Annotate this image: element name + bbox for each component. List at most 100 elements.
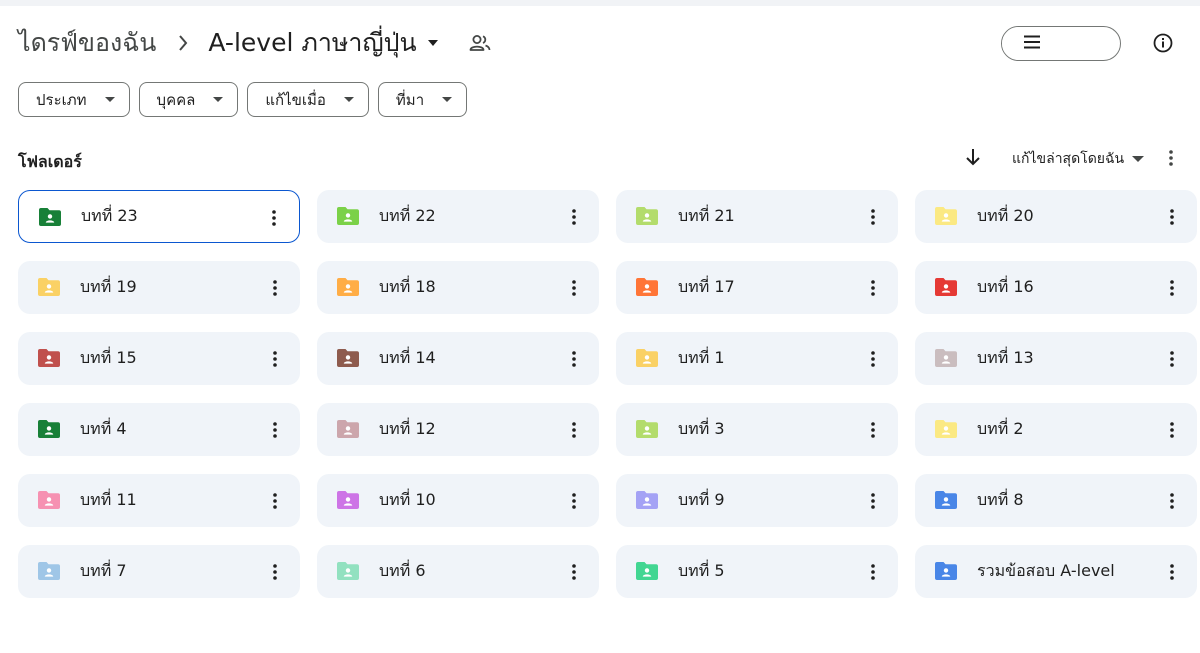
folder-card[interactable]: บทที่ 5 <box>616 545 898 598</box>
folder-card[interactable]: บทที่ 14 <box>317 332 599 385</box>
shared-folder-icon <box>935 278 957 296</box>
folder-card[interactable]: บทที่ 18 <box>317 261 599 314</box>
more-vert-icon[interactable] <box>263 206 285 230</box>
folder-name: บทที่ 12 <box>379 419 436 438</box>
shared-people-icon[interactable] <box>469 34 491 52</box>
more-vert-icon[interactable] <box>862 347 884 371</box>
shared-folder-icon <box>38 562 60 580</box>
caret-down-icon <box>1132 156 1145 162</box>
more-vert-icon[interactable] <box>563 489 585 513</box>
info-icon[interactable] <box>1150 30 1176 56</box>
folder-card[interactable]: บทที่ 12 <box>317 403 599 456</box>
caret-down-icon <box>104 97 115 102</box>
arrow-down-icon[interactable] <box>962 146 984 168</box>
folder-card[interactable]: บทที่ 23 <box>18 190 300 243</box>
more-vert-icon[interactable] <box>563 347 585 371</box>
folder-card[interactable]: บทที่ 13 <box>915 332 1197 385</box>
shared-folder-icon <box>38 491 60 509</box>
shared-folder-icon <box>337 420 359 438</box>
folder-name: บทที่ 22 <box>379 206 436 225</box>
folder-card[interactable]: บทที่ 1 <box>616 332 898 385</box>
shared-folder-icon <box>636 278 658 296</box>
list-view-button[interactable] <box>1002 27 1062 60</box>
filter-label: บุคคล <box>156 90 196 109</box>
more-vert-icon[interactable] <box>1161 489 1183 513</box>
breadcrumb-root[interactable]: ไดรฟ์ของฉัน <box>18 23 156 63</box>
folder-card[interactable]: บทที่ 21 <box>616 190 898 243</box>
shared-folder-icon <box>636 562 658 580</box>
caret-down-icon <box>213 97 224 102</box>
folder-name: บทที่ 7 <box>80 561 127 580</box>
list-view-icon <box>1024 34 1040 53</box>
more-vert-icon[interactable] <box>563 560 585 584</box>
folder-card[interactable]: บทที่ 3 <box>616 403 898 456</box>
filter-type-chip[interactable]: ประเภท <box>18 82 130 117</box>
more-vert-icon[interactable] <box>1160 146 1182 170</box>
folder-name: บทที่ 3 <box>678 419 725 438</box>
more-vert-icon[interactable] <box>1161 205 1183 229</box>
shared-folder-icon <box>337 349 359 367</box>
shared-folder-icon <box>337 562 359 580</box>
folder-card[interactable]: บทที่ 6 <box>317 545 599 598</box>
shared-folder-icon <box>935 207 957 225</box>
folder-card[interactable]: บทที่ 2 <box>915 403 1197 456</box>
shared-folder-icon <box>337 278 359 296</box>
shared-folder-icon <box>935 349 957 367</box>
folder-name: บทที่ 2 <box>977 419 1024 438</box>
folder-card[interactable]: รวมข้อสอบ A-level <box>915 545 1197 598</box>
more-vert-icon[interactable] <box>264 347 286 371</box>
folder-card[interactable]: บทที่ 4 <box>18 403 300 456</box>
header: ไดรฟ์ของฉัน A-level ภาษาญี่ปุ่น <box>18 23 1182 63</box>
folder-name: บทที่ 13 <box>977 348 1034 367</box>
folder-card[interactable]: บทที่ 19 <box>18 261 300 314</box>
filter-modified-chip[interactable]: แก้ไขเมื่อ <box>247 82 369 117</box>
shared-folder-icon <box>38 278 60 296</box>
filter-label: ประเภท <box>36 90 87 109</box>
folder-card[interactable]: บทที่ 9 <box>616 474 898 527</box>
more-vert-icon[interactable] <box>862 205 884 229</box>
folder-card[interactable]: บทที่ 11 <box>18 474 300 527</box>
more-vert-icon[interactable] <box>1161 560 1183 584</box>
more-vert-icon[interactable] <box>563 205 585 229</box>
caret-down-icon <box>427 39 439 47</box>
more-vert-icon[interactable] <box>862 489 884 513</box>
folder-card[interactable]: บทที่ 16 <box>915 261 1197 314</box>
folder-card[interactable]: บทที่ 22 <box>317 190 599 243</box>
more-vert-icon[interactable] <box>1161 418 1183 442</box>
sort-dropdown[interactable]: แก้ไขล่าสุดโดยฉัน <box>1012 148 1145 170</box>
folder-card[interactable]: บทที่ 15 <box>18 332 300 385</box>
shared-folder-icon <box>935 491 957 509</box>
more-vert-icon[interactable] <box>862 418 884 442</box>
more-vert-icon[interactable] <box>264 489 286 513</box>
folder-name: บทที่ 8 <box>977 490 1024 509</box>
folder-card[interactable]: บทที่ 17 <box>616 261 898 314</box>
more-vert-icon[interactable] <box>1161 276 1183 300</box>
folder-name: บทที่ 16 <box>977 277 1034 296</box>
folder-name: รวมข้อสอบ A-level <box>977 561 1115 580</box>
more-vert-icon[interactable] <box>862 276 884 300</box>
shared-folder-icon <box>636 349 658 367</box>
folder-card[interactable]: บทที่ 20 <box>915 190 1197 243</box>
more-vert-icon[interactable] <box>264 276 286 300</box>
shared-folder-icon <box>935 562 957 580</box>
top-strip <box>0 0 1200 6</box>
more-vert-icon[interactable] <box>563 418 585 442</box>
caret-down-icon <box>442 97 453 102</box>
filter-people-chip[interactable]: บุคคล <box>138 82 239 117</box>
more-vert-icon[interactable] <box>264 418 286 442</box>
more-vert-icon[interactable] <box>264 560 286 584</box>
shared-folder-icon <box>337 491 359 509</box>
shared-folder-icon <box>337 207 359 225</box>
more-vert-icon[interactable] <box>563 276 585 300</box>
folder-name: บทที่ 20 <box>977 206 1034 225</box>
folder-name: บทที่ 15 <box>80 348 137 367</box>
folder-name: บทที่ 6 <box>379 561 426 580</box>
folder-name: บทที่ 18 <box>379 277 436 296</box>
more-vert-icon[interactable] <box>862 560 884 584</box>
more-vert-icon[interactable] <box>1161 347 1183 371</box>
folder-card[interactable]: บทที่ 8 <box>915 474 1197 527</box>
folder-card[interactable]: บทที่ 10 <box>317 474 599 527</box>
folder-card[interactable]: บทที่ 7 <box>18 545 300 598</box>
breadcrumb-current-folder[interactable]: A-level ภาษาญี่ปุ่น <box>208 23 438 63</box>
filter-source-chip[interactable]: ที่มา <box>377 82 468 117</box>
